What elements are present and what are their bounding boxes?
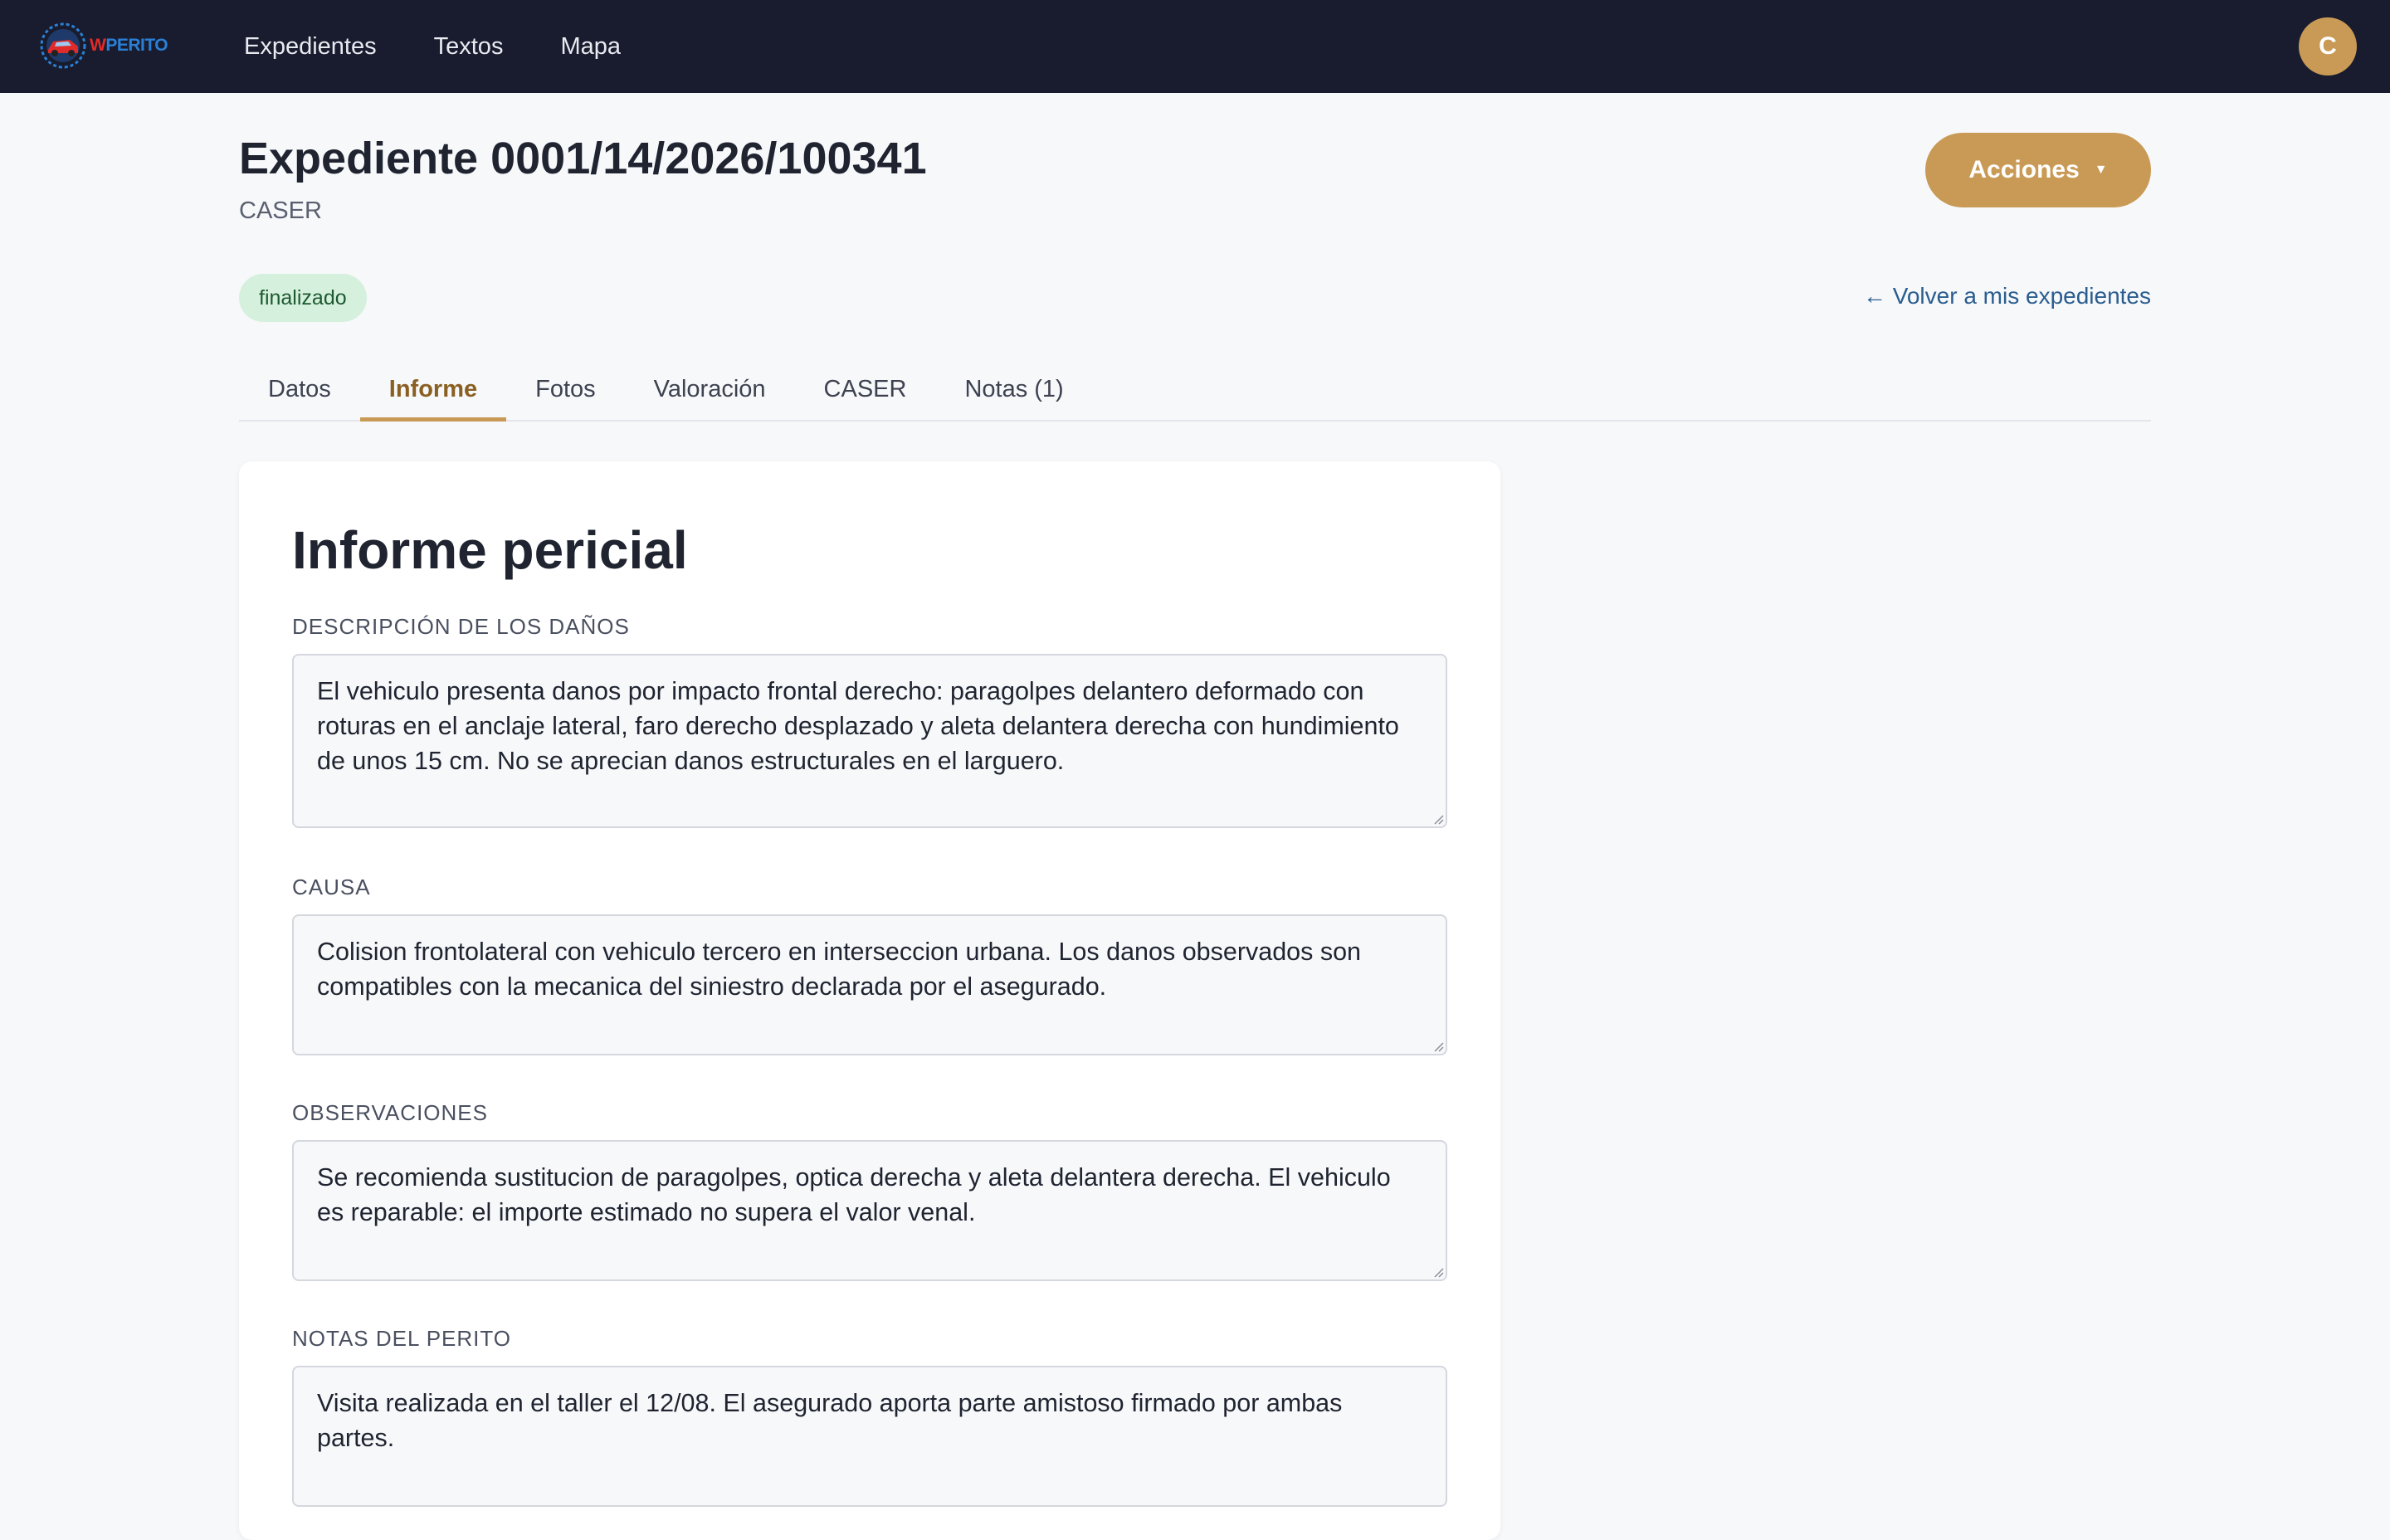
report-title: Informe pericial bbox=[292, 520, 688, 580]
nav-links: Expedientes Textos Mapa bbox=[244, 0, 678, 93]
logo-text-rest: PERITO bbox=[105, 36, 168, 55]
nav-link-textos[interactable]: Textos bbox=[434, 33, 504, 61]
tab-valoracion[interactable]: Valoración bbox=[625, 357, 795, 422]
tab-bar: Datos Informe Fotos Valoración CASER Not… bbox=[239, 357, 2151, 422]
nav-link-expedientes[interactable]: Expedientes bbox=[244, 33, 377, 61]
car-logo-icon bbox=[40, 22, 86, 69]
back-to-expedientes-link[interactable]: ← Volver a mis expedientes bbox=[1863, 283, 2151, 309]
logo-text-w: W bbox=[90, 36, 106, 55]
expert-notes-value: Visita realizada en el taller el 12/08. … bbox=[317, 1389, 1343, 1452]
cause-textarea[interactable]: Colision frontolateral con vehiculo terc… bbox=[292, 914, 1447, 1055]
cause-value: Colision frontolateral con vehiculo terc… bbox=[317, 938, 1362, 1001]
top-navbar: WPERITO Expedientes Textos Mapa C bbox=[0, 0, 2390, 93]
cause-label: CAUSA bbox=[292, 875, 371, 899]
report-card: Informe pericial DESCRIPCIÓN DE LOS DAÑO… bbox=[239, 461, 1500, 1540]
expert-notes-textarea[interactable]: Visita realizada en el taller el 12/08. … bbox=[292, 1366, 1447, 1507]
actions-button-label: Acciones bbox=[1968, 156, 2080, 183]
tab-caser[interactable]: CASER bbox=[795, 357, 936, 422]
tab-datos[interactable]: Datos bbox=[239, 357, 360, 422]
resize-handle-icon[interactable] bbox=[1431, 811, 1444, 825]
user-avatar[interactable]: C bbox=[2299, 17, 2357, 76]
actions-dropdown-button[interactable]: Acciones ▼ bbox=[1925, 133, 2151, 207]
caret-down-icon: ▼ bbox=[2094, 163, 2108, 177]
observations-label: OBSERVACIONES bbox=[292, 1100, 488, 1125]
page-title: Expediente 0001/14/2026/100341 bbox=[239, 134, 927, 183]
tab-fotos[interactable]: Fotos bbox=[506, 357, 625, 422]
damage-description-label: DESCRIPCIÓN DE LOS DAÑOS bbox=[292, 614, 630, 639]
observations-value: Se recomienda sustitucion de paragolpes,… bbox=[317, 1163, 1391, 1226]
nav-link-mapa[interactable]: Mapa bbox=[560, 33, 621, 61]
damage-description-value: El vehiculo presenta danos por impacto f… bbox=[317, 677, 1399, 775]
damage-description-textarea[interactable]: El vehiculo presenta danos por impacto f… bbox=[292, 654, 1447, 828]
tab-informe[interactable]: Informe bbox=[359, 357, 507, 422]
status-badge: finalizado bbox=[239, 274, 367, 322]
resize-handle-icon[interactable] bbox=[1431, 1039, 1444, 1052]
insurer-subtitle: CASER bbox=[239, 197, 322, 224]
wperito-logo[interactable]: WPERITO bbox=[38, 22, 174, 70]
tab-notas[interactable]: Notas (1) bbox=[935, 357, 1092, 422]
resize-handle-icon[interactable] bbox=[1431, 1265, 1444, 1278]
expert-notes-label: NOTAS DEL PERITO bbox=[292, 1326, 512, 1351]
observations-textarea[interactable]: Se recomienda sustitucion de paragolpes,… bbox=[292, 1140, 1447, 1281]
